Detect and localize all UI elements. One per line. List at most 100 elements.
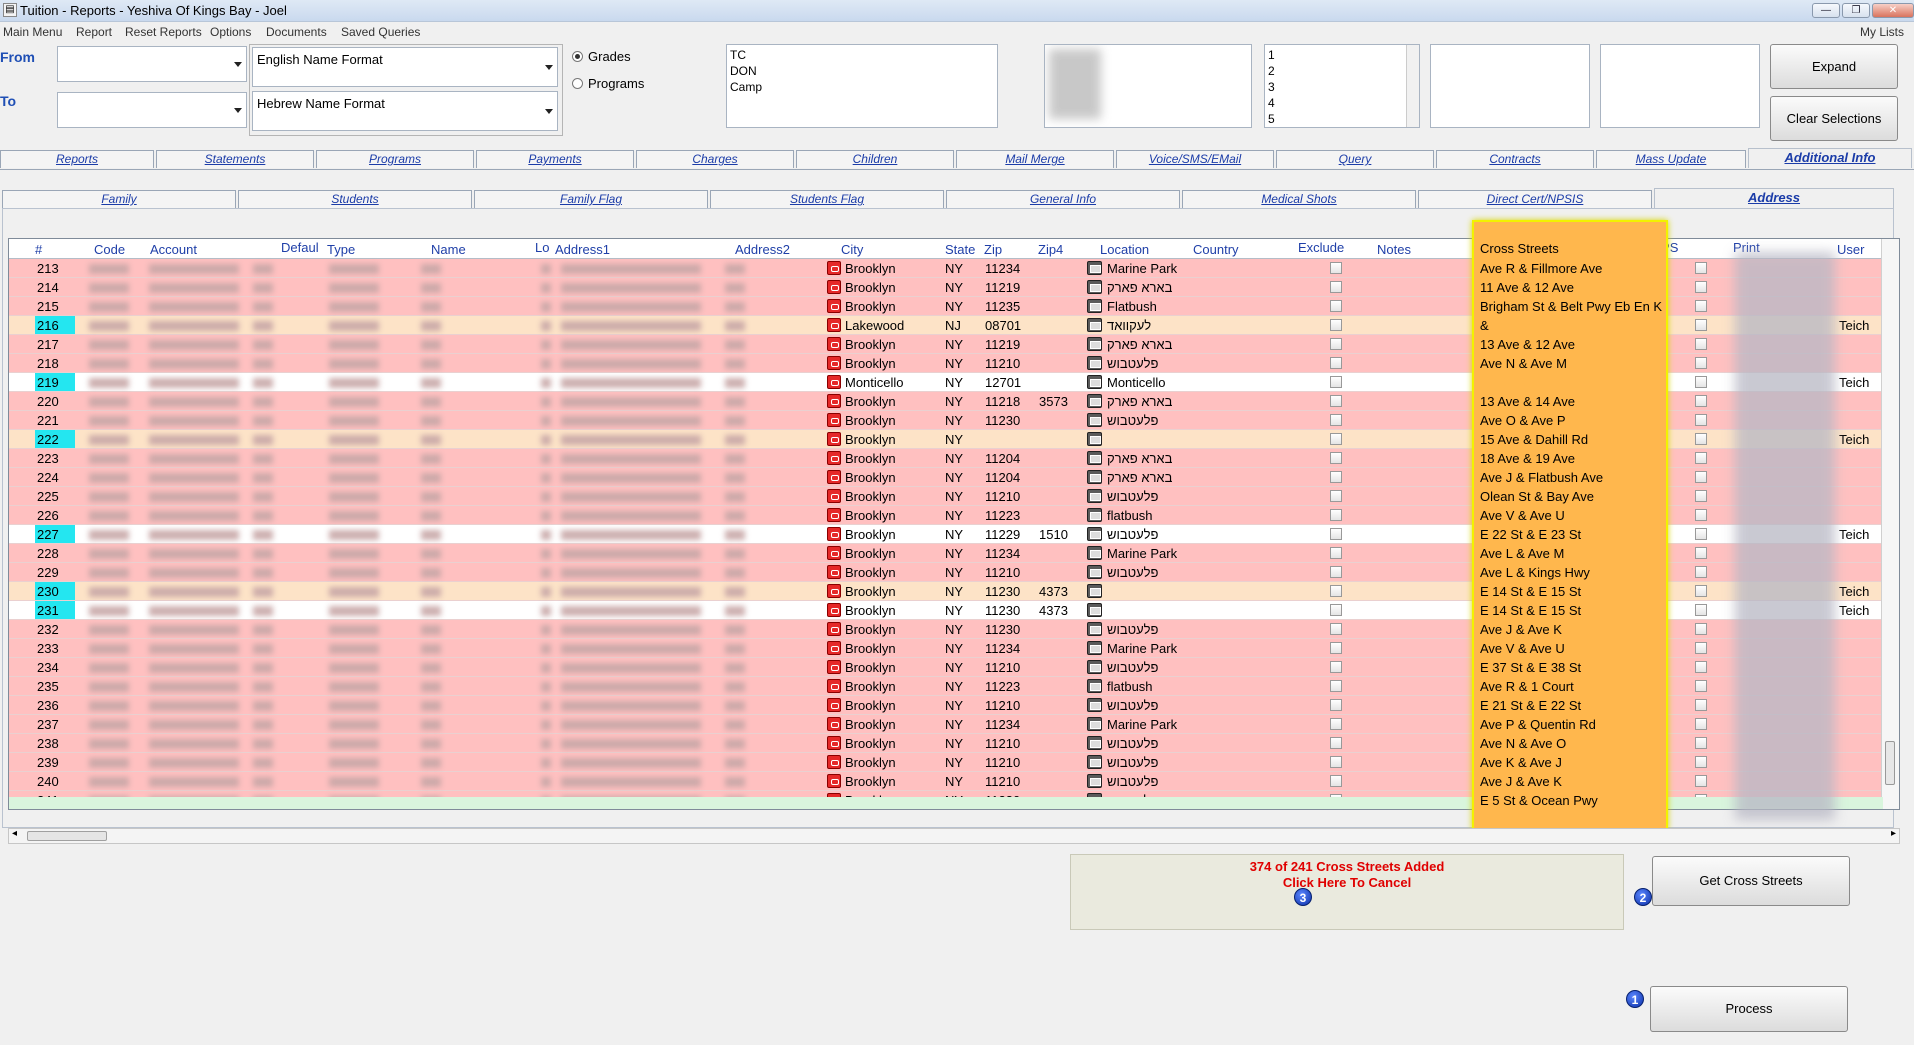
car-icon[interactable] bbox=[827, 755, 841, 769]
zip-cell[interactable]: 11223 bbox=[985, 508, 1020, 523]
car-icon[interactable] bbox=[827, 356, 841, 370]
col-header-account[interactable]: Account bbox=[150, 242, 197, 257]
state-cell[interactable]: NY bbox=[945, 565, 963, 580]
location-cell[interactable]: Monticello bbox=[1107, 375, 1166, 390]
scroll-left-icon[interactable]: ◂ bbox=[12, 828, 17, 839]
car-icon[interactable] bbox=[827, 299, 841, 313]
tab-additional-info[interactable]: Additional Info bbox=[1748, 148, 1912, 168]
city-cell[interactable]: Brooklyn bbox=[845, 261, 896, 276]
location-cell[interactable]: Marine Park bbox=[1107, 641, 1177, 656]
state-cell[interactable]: NY bbox=[945, 527, 963, 542]
tab-contracts[interactable]: Contracts bbox=[1436, 150, 1594, 168]
location-cell[interactable]: בארא פארק bbox=[1107, 394, 1172, 409]
state-cell[interactable]: NY bbox=[945, 717, 963, 732]
envelope-icon[interactable] bbox=[1087, 394, 1102, 408]
zip-cell[interactable]: 11218 bbox=[985, 394, 1020, 409]
zip-cell[interactable]: 11210 bbox=[985, 565, 1020, 580]
cross-streets-cell[interactable]: Ave L & Kings Hwy bbox=[1480, 565, 1590, 580]
city-cell[interactable]: Brooklyn bbox=[845, 432, 896, 447]
exclude-checkbox[interactable] bbox=[1330, 471, 1342, 483]
zip-cell[interactable]: 08701 bbox=[985, 318, 1021, 333]
menu-reset-reports[interactable]: Reset Reports bbox=[125, 25, 202, 39]
list-item[interactable]: 3 bbox=[1268, 79, 1416, 95]
car-icon[interactable] bbox=[827, 394, 841, 408]
envelope-icon[interactable] bbox=[1087, 660, 1102, 674]
location-cell[interactable]: בארא פארק bbox=[1107, 280, 1172, 295]
zip4-cell[interactable]: 3573 bbox=[1039, 394, 1068, 409]
cross-streets-cell[interactable]: Ave R & Fillmore Ave bbox=[1480, 261, 1602, 276]
state-cell[interactable]: NY bbox=[945, 299, 963, 314]
tab-students-flag[interactable]: Students Flag bbox=[710, 190, 944, 208]
user-cell[interactable]: Teich bbox=[1839, 584, 1869, 599]
usps-checkbox[interactable] bbox=[1695, 699, 1707, 711]
tab-general-info[interactable]: General Info bbox=[946, 190, 1180, 208]
envelope-icon[interactable] bbox=[1087, 736, 1102, 750]
grid-vertical-scrollbar[interactable] bbox=[1881, 239, 1899, 809]
zip-cell[interactable]: 11210 bbox=[985, 774, 1020, 789]
tab-address[interactable]: Address bbox=[1654, 188, 1894, 208]
city-cell[interactable]: Brooklyn bbox=[845, 755, 896, 770]
tab-reports[interactable]: Reports bbox=[0, 150, 154, 168]
zip-cell[interactable]: 11210 bbox=[985, 698, 1020, 713]
city-cell[interactable]: Brooklyn bbox=[845, 622, 896, 637]
usps-checkbox[interactable] bbox=[1695, 452, 1707, 464]
cross-streets-cell[interactable]: Ave J & Flatbush Ave bbox=[1480, 470, 1603, 485]
car-icon[interactable] bbox=[827, 641, 841, 655]
state-cell[interactable]: NY bbox=[945, 622, 963, 637]
col-header-cross-streets[interactable]: Cross Streets bbox=[1480, 241, 1559, 256]
col-header-name[interactable]: Name bbox=[431, 242, 466, 257]
col-header-default[interactable]: Defaul bbox=[281, 240, 319, 255]
envelope-icon[interactable] bbox=[1087, 508, 1102, 522]
city-cell[interactable]: Brooklyn bbox=[845, 717, 896, 732]
list-item[interactable]: TC bbox=[730, 47, 994, 63]
usps-checkbox[interactable] bbox=[1695, 490, 1707, 502]
cross-streets-cell[interactable]: Ave V & Ave U bbox=[1480, 508, 1565, 523]
cross-streets-cell[interactable]: Ave J & Ave K bbox=[1480, 622, 1562, 637]
usps-checkbox[interactable] bbox=[1695, 414, 1707, 426]
exclude-checkbox[interactable] bbox=[1330, 718, 1342, 730]
usps-checkbox[interactable] bbox=[1695, 509, 1707, 521]
zip-cell[interactable]: 11235 bbox=[985, 299, 1020, 314]
menu-report[interactable]: Report bbox=[76, 25, 112, 39]
state-cell[interactable]: NY bbox=[945, 755, 963, 770]
usps-checkbox[interactable] bbox=[1695, 528, 1707, 540]
menu-documents[interactable]: Documents bbox=[266, 25, 327, 39]
location-cell[interactable]: פלעטבוש bbox=[1107, 527, 1158, 542]
clear-selections-button[interactable]: Clear Selections bbox=[1770, 96, 1898, 141]
exclude-checkbox[interactable] bbox=[1330, 433, 1342, 445]
menu-main[interactable]: Main Menu bbox=[3, 25, 62, 39]
location-cell[interactable]: פלעטבוש bbox=[1107, 413, 1158, 428]
zip-cell[interactable]: 11223 bbox=[985, 679, 1020, 694]
envelope-icon[interactable] bbox=[1087, 679, 1102, 693]
city-cell[interactable]: Brooklyn bbox=[845, 546, 896, 561]
envelope-icon[interactable] bbox=[1087, 375, 1102, 389]
city-cell[interactable]: Brooklyn bbox=[845, 451, 896, 466]
tab-mail-merge[interactable]: Mail Merge bbox=[956, 150, 1114, 168]
usps-checkbox[interactable] bbox=[1695, 680, 1707, 692]
exclude-checkbox[interactable] bbox=[1330, 585, 1342, 597]
location-cell[interactable]: Marine Park bbox=[1107, 717, 1177, 732]
city-cell[interactable]: Brooklyn bbox=[845, 565, 896, 580]
grades-radio[interactable] bbox=[572, 51, 583, 62]
scrollbar-thumb[interactable] bbox=[27, 831, 107, 841]
zip-cell[interactable]: 11210 bbox=[985, 755, 1020, 770]
list-item[interactable]: 2 bbox=[1268, 63, 1416, 79]
zip4-cell[interactable]: 4373 bbox=[1039, 603, 1068, 618]
zip4-cell[interactable]: 4373 bbox=[1039, 584, 1068, 599]
city-cell[interactable]: Brooklyn bbox=[845, 280, 896, 295]
state-cell[interactable]: NY bbox=[945, 660, 963, 675]
tab-medical-shots[interactable]: Medical Shots bbox=[1182, 190, 1416, 208]
city-cell[interactable]: Brooklyn bbox=[845, 698, 896, 713]
horizontal-scrollbar[interactable]: ◂ ▸ bbox=[8, 828, 1900, 844]
city-cell[interactable]: Brooklyn bbox=[845, 489, 896, 504]
city-cell[interactable]: Brooklyn bbox=[845, 356, 896, 371]
car-icon[interactable] bbox=[827, 337, 841, 351]
to-combo[interactable] bbox=[57, 92, 247, 128]
col-header-code[interactable]: Code bbox=[94, 242, 125, 257]
exclude-checkbox[interactable] bbox=[1330, 338, 1342, 350]
cross-streets-cell[interactable]: Ave J & Ave K bbox=[1480, 774, 1562, 789]
list-item[interactable]: DON bbox=[730, 63, 994, 79]
tab-voice-sms-email[interactable]: Voice/SMS/EMail bbox=[1116, 150, 1274, 168]
car-icon[interactable] bbox=[827, 698, 841, 712]
zip-cell[interactable]: 11229 bbox=[985, 527, 1020, 542]
